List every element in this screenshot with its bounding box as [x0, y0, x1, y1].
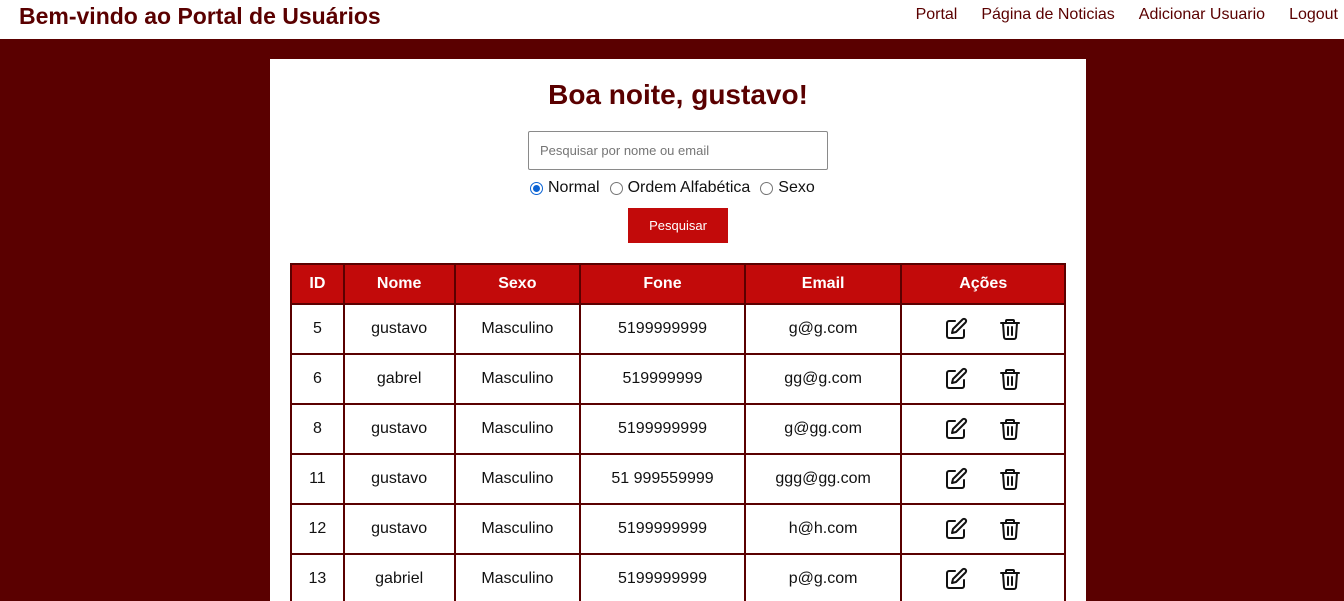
cell-sexo: Masculino — [453, 553, 582, 601]
column-header-email: Email — [743, 263, 903, 305]
cell-fone: 5199999999 — [579, 403, 746, 455]
row-actions — [902, 517, 1064, 541]
cell-acoes — [900, 553, 1066, 601]
cell-fone: 51 999559999 — [579, 453, 746, 505]
cell-sexo: Masculino — [453, 453, 582, 505]
trash-icon[interactable] — [998, 417, 1022, 441]
cell-email: p@g.com — [743, 553, 903, 601]
cell-id: 11 — [290, 453, 345, 505]
radio-normal-button[interactable] — [530, 181, 543, 195]
table-row: 12 gustavo Masculino 5199999999 h@h.com — [290, 503, 1066, 555]
greeting-heading: Boa noite, gustavo! — [548, 79, 808, 110]
cell-email: ggg@gg.com — [743, 453, 903, 505]
edit-icon[interactable] — [944, 467, 968, 491]
cell-id: 13 — [290, 553, 345, 601]
edit-icon[interactable] — [944, 317, 968, 341]
users-table: ID Nome Sexo Fone Email Ações 5 gustavo Ma… — [290, 263, 1066, 601]
nav-link-portal[interactable]: Portal — [916, 6, 958, 24]
cell-acoes — [900, 353, 1066, 405]
nav-link-adicionar-usuario[interactable]: Adicionar Usuario — [1139, 6, 1265, 24]
row-actions — [902, 417, 1064, 441]
cell-email: g@g.com — [743, 303, 903, 355]
cell-acoes — [900, 503, 1066, 555]
cell-sexo: Masculino — [453, 353, 582, 405]
radio-alfabetica-button[interactable] — [609, 181, 623, 195]
cell-fone: 5199999999 — [579, 303, 746, 355]
table-row: 5 gustavo Masculino 5199999999 g@g.com — [290, 303, 1066, 355]
cell-email: gg@g.com — [743, 353, 903, 405]
cell-id: 6 — [290, 353, 345, 405]
cell-acoes — [900, 403, 1066, 455]
cell-id: 8 — [290, 403, 345, 455]
cell-nome: gabrel — [342, 353, 456, 405]
page-header-title: Bem-vindo ao Portal de Usuários — [19, 3, 381, 29]
trash-icon[interactable] — [998, 317, 1022, 341]
column-header-id: ID — [290, 263, 345, 305]
radio-normal-label: Normal — [548, 179, 600, 196]
cell-email: h@h.com — [743, 503, 903, 555]
trash-icon[interactable] — [998, 367, 1022, 391]
cell-nome: gustavo — [342, 503, 456, 555]
top-navbar: Bem-vindo ao Portal de Usuários Portal P… — [0, 0, 1344, 39]
cell-fone: 519999999 — [579, 353, 746, 405]
main-card: Boa noite, gustavo! Normal Ordem Alfabét… — [270, 59, 1086, 601]
radio-normal[interactable]: Normal — [530, 179, 600, 197]
edit-icon[interactable] — [944, 567, 968, 591]
search-input[interactable] — [528, 131, 828, 170]
edit-icon[interactable] — [944, 517, 968, 541]
radio-sexo[interactable]: Sexo — [760, 179, 815, 197]
trash-icon[interactable] — [998, 467, 1022, 491]
row-actions — [902, 567, 1064, 591]
column-header-nome: Nome — [342, 263, 456, 305]
cell-fone: 5199999999 — [579, 503, 746, 555]
radio-sexo-label: Sexo — [778, 179, 815, 196]
table-body: 5 gustavo Masculino 5199999999 g@g.com 6 gabre… — [290, 303, 1066, 601]
radio-alfabetica[interactable]: Ordem Alfabética — [609, 179, 751, 197]
cell-acoes — [900, 453, 1066, 505]
trash-icon[interactable] — [998, 517, 1022, 541]
sort-radio-group: Normal Ordem Alfabética Sexo — [530, 179, 825, 197]
cell-nome: gustavo — [342, 403, 456, 455]
search-button[interactable]: Pesquisar — [628, 208, 728, 243]
cell-sexo: Masculino — [453, 303, 582, 355]
cell-id: 5 — [290, 303, 345, 355]
cell-nome: gustavo — [342, 303, 456, 355]
cell-sexo: Masculino — [453, 403, 582, 455]
nav-link-noticias[interactable]: Página de Noticias — [981, 6, 1114, 24]
cell-nome: gabriel — [342, 553, 456, 601]
row-actions — [902, 317, 1064, 341]
column-header-sexo: Sexo — [453, 263, 582, 305]
edit-icon[interactable] — [944, 417, 968, 441]
table-header-row: ID Nome Sexo Fone Email Ações — [290, 263, 1066, 305]
cell-sexo: Masculino — [453, 503, 582, 555]
cell-nome: gustavo — [342, 453, 456, 505]
table-row: 8 gustavo Masculino 5199999999 g@gg.com — [290, 403, 1066, 455]
table-row: 11 gustavo Masculino 51 999559999 ggg@gg.com — [290, 453, 1066, 505]
cell-email: g@gg.com — [743, 403, 903, 455]
cell-fone: 5199999999 — [579, 553, 746, 601]
cell-id: 12 — [290, 503, 345, 555]
radio-sexo-button[interactable] — [760, 181, 774, 195]
trash-icon[interactable] — [998, 567, 1022, 591]
row-actions — [902, 467, 1064, 491]
table-row: 13 gabriel Masculino 5199999999 p@g.com — [290, 553, 1066, 601]
column-header-acoes: Ações — [900, 263, 1066, 305]
nav-links: Portal Página de Noticias Adicionar Usua… — [892, 6, 1338, 24]
edit-icon[interactable] — [944, 367, 968, 391]
nav-link-logout[interactable]: Logout — [1289, 6, 1338, 24]
radio-alfabetica-label: Ordem Alfabética — [627, 179, 751, 196]
row-actions — [902, 367, 1064, 391]
table-row: 6 gabrel Masculino 519999999 gg@g.com — [290, 353, 1066, 405]
column-header-fone: Fone — [579, 263, 746, 305]
cell-acoes — [900, 303, 1066, 355]
